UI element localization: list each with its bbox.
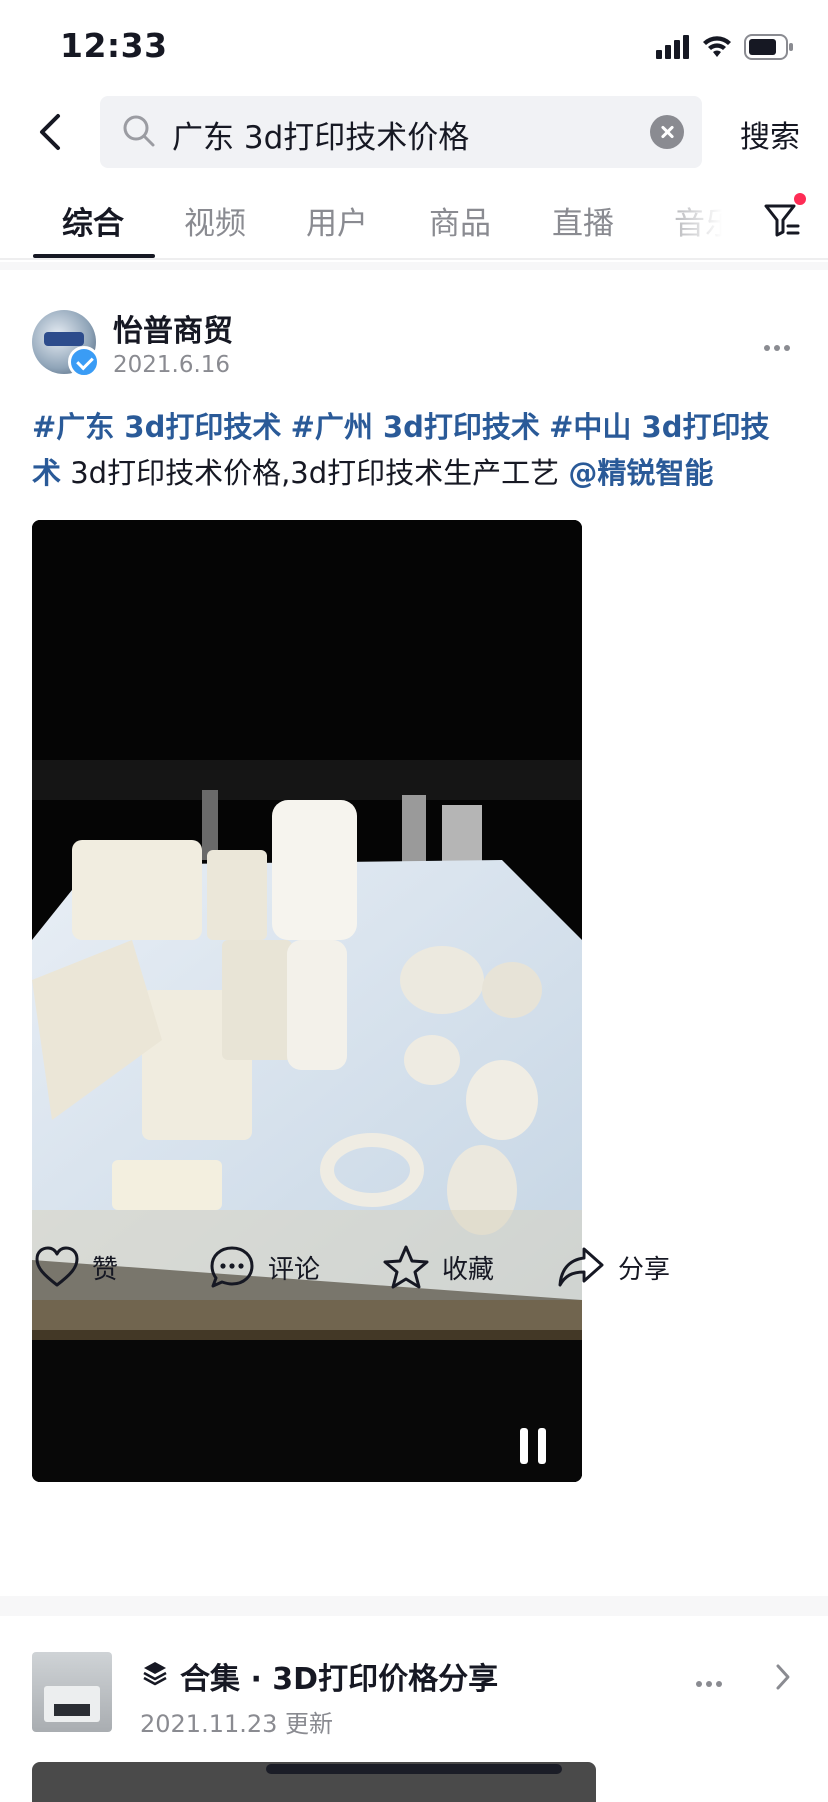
video-frame — [32, 520, 582, 1482]
home-indicator — [266, 1764, 562, 1774]
post-action-bar: 赞 评论 收藏 分享 — [0, 1232, 828, 1312]
active-tab-indicator — [33, 254, 155, 258]
cellular-signal-icon — [656, 35, 689, 59]
collection-name: 3D打印价格分享 — [272, 1662, 499, 1697]
collection-update-date: 2021.11.23 更新 — [140, 1710, 334, 1738]
post-date: 2021.6.16 — [113, 352, 231, 378]
section-divider — [0, 1596, 828, 1616]
collection-more-icon[interactable] — [696, 1672, 726, 1691]
like-button[interactable]: 赞 — [34, 1242, 118, 1292]
pause-icon[interactable] — [520, 1428, 550, 1464]
wifi-icon — [703, 36, 731, 57]
share-button[interactable]: 分享 — [556, 1242, 670, 1292]
verified-badge-icon — [68, 346, 100, 378]
status-time: 12:33 — [60, 26, 168, 65]
chevron-right-icon[interactable] — [772, 1662, 794, 1692]
tab-live[interactable]: 直播 — [552, 198, 614, 243]
tab-video[interactable]: 视频 — [184, 198, 246, 243]
search-query: 广东 3d打印技术价格 — [172, 120, 470, 156]
status-icons — [656, 34, 794, 60]
search-icon — [123, 115, 155, 147]
section-divider — [0, 262, 828, 270]
like-label: 赞 — [92, 1254, 119, 1285]
layers-icon — [143, 1662, 167, 1686]
tab-products[interactable]: 商品 — [429, 198, 491, 243]
search-button[interactable]: 搜索 — [740, 112, 800, 156]
favorite-button[interactable]: 收藏 — [382, 1242, 494, 1292]
video-player[interactable] — [32, 520, 582, 1482]
search-result-tabs: 综合 视频 用户 商品 直播 音乐 — [0, 180, 828, 260]
battery-icon — [744, 34, 793, 60]
heart-icon — [35, 1246, 79, 1287]
tab-fade — [640, 180, 750, 258]
tab-users[interactable]: 用户 — [306, 198, 368, 243]
hashtag-link[interactable]: #广东 3d打印技术 — [32, 410, 281, 444]
clear-icon[interactable] — [650, 115, 684, 149]
collection-thumbnail[interactable] — [32, 1652, 112, 1732]
share-arrow-icon — [558, 1247, 604, 1287]
star-icon — [383, 1245, 429, 1289]
back-arrow-icon[interactable] — [30, 110, 74, 154]
search-row: 广东 3d打印技术价格 搜索 — [0, 96, 828, 168]
collection-prefix: 合集 · — [180, 1662, 273, 1697]
share-label: 分享 — [618, 1254, 671, 1285]
author-name[interactable]: 怡普商贸 — [113, 306, 233, 350]
comment-label: 评论 — [268, 1254, 321, 1285]
mention-link[interactable]: @精锐智能 — [568, 456, 713, 490]
caption-text: 3d打印技术价格,3d打印技术生产工艺 — [61, 456, 560, 490]
hashtag-link[interactable]: #广州 3d打印技术 — [291, 410, 540, 444]
more-options-icon[interactable] — [764, 336, 794, 351]
collection-title: 合集 · 3D打印价格分享 — [180, 1654, 498, 1698]
filter-notification-dot — [794, 193, 806, 205]
search-input[interactable]: 广东 3d打印技术价格 — [100, 96, 702, 168]
status-bar: 12:33 — [0, 0, 828, 96]
post-caption: #广东 3d打印技术 #广州 3d打印技术 #中山 3d打印技术 3d打印技术价… — [32, 404, 796, 496]
comment-icon — [210, 1246, 254, 1288]
favorite-label: 收藏 — [442, 1254, 495, 1285]
tab-comprehensive[interactable]: 综合 — [62, 198, 124, 243]
comment-button[interactable]: 评论 — [208, 1242, 320, 1292]
